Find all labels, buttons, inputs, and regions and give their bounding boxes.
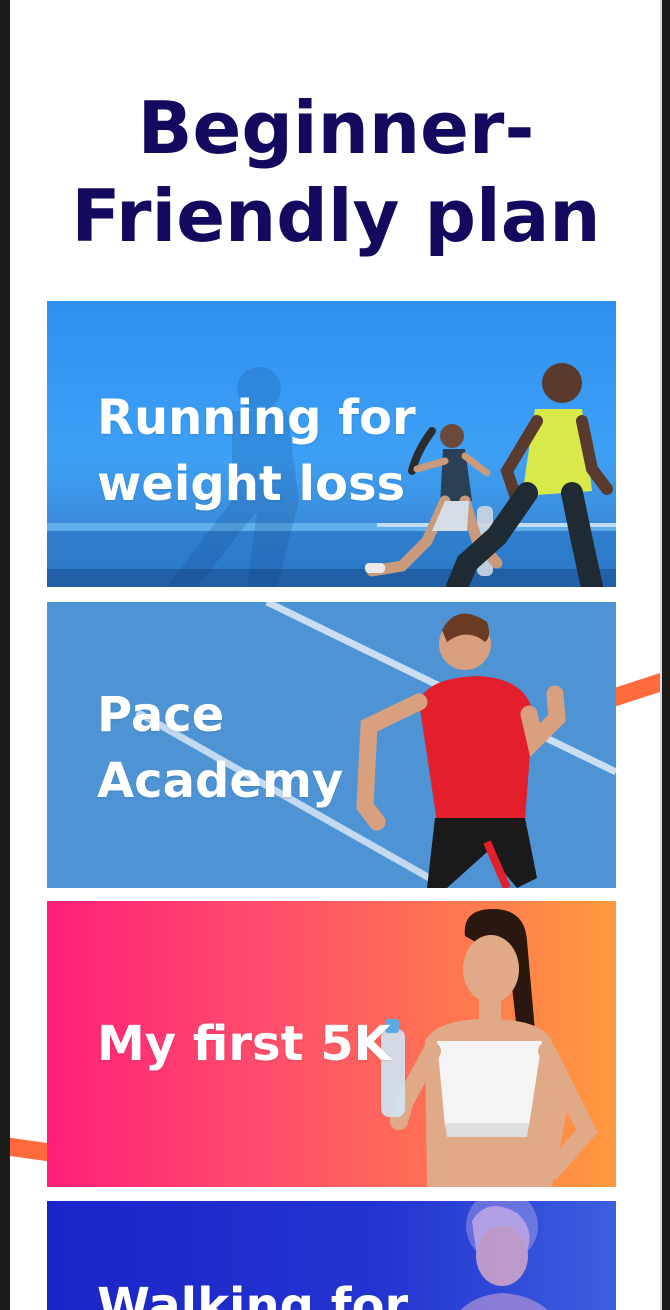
plan-card-label: Walking for xyxy=(97,1278,409,1310)
app-screen: Beginner- Friendly plan Running for weig… xyxy=(10,0,662,1310)
plan-card-pace-academy[interactable]: Pace Academy xyxy=(47,602,616,888)
plan-card-label: My first 5K xyxy=(97,1016,391,1072)
plan-card-walking[interactable]: Walking for xyxy=(47,1201,616,1310)
plan-card-label: Running for weight loss xyxy=(97,390,416,512)
plan-card-running-for-weight-loss[interactable]: Running for weight loss xyxy=(47,301,616,587)
plan-card-my-first-5k[interactable]: My first 5K xyxy=(47,901,616,1187)
plan-card-label: Pace Academy xyxy=(97,687,344,809)
page-title: Beginner- Friendly plan xyxy=(71,86,601,258)
